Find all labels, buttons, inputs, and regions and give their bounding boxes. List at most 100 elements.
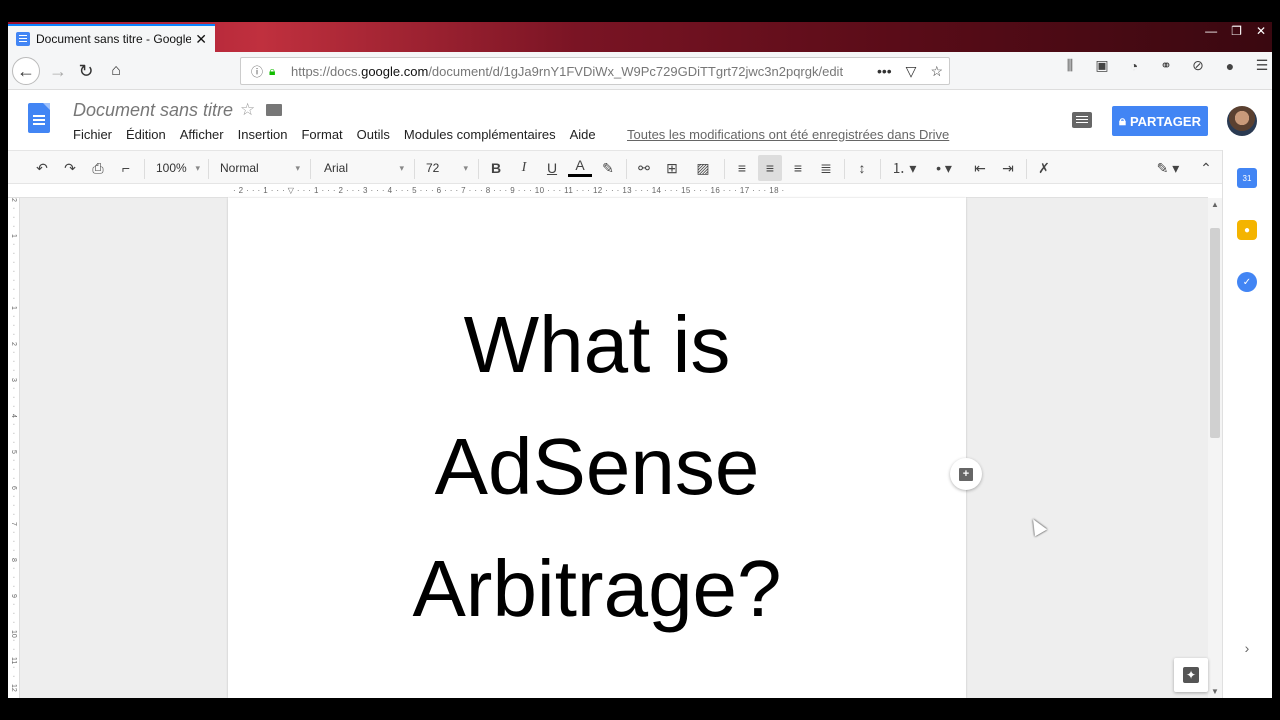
docs-logo-icon[interactable] [28, 103, 50, 133]
menu-edition[interactable]: Édition [126, 127, 166, 142]
menu-aide[interactable]: Aide [570, 127, 596, 142]
align-center-icon[interactable]: ≡ [758, 155, 782, 181]
justify-icon[interactable]: ≣ [814, 155, 838, 181]
bulleted-list-icon[interactable]: • ▾ [926, 155, 962, 181]
divider [724, 159, 725, 179]
document-heading[interactable]: What is AdSense Arbitrage? [228, 284, 966, 650]
tab-blurred-1[interactable] [218, 24, 422, 52]
highlight-icon[interactable]: ✎ [596, 155, 620, 181]
info-icon[interactable]: ⓘ [251, 63, 265, 80]
vertical-ruler[interactable]: 2 · · · 1 · · · · · · · 1 · · · 2 · · · 3 · · · 4 · · · 5 · · · 6 · · · 7 · · ·… [8, 198, 20, 698]
extension-icon-3[interactable]: ⊘ [1188, 57, 1208, 74]
document-canvas: 2 · · · 1 · · · · · · · 1 · · · 2 · · · 3 · · · 4 · · · 5 · · · 6 · · · 7 · · ·… [8, 198, 1208, 698]
lock-icon: 🔒︎ [269, 63, 276, 78]
vertical-ruler-tick: 11 [10, 657, 17, 665]
calendar-icon[interactable]: 31 [1237, 168, 1257, 188]
vertical-ruler-tick: · [10, 279, 17, 282]
scrollbar-thumb[interactable] [1210, 228, 1220, 438]
back-button[interactable]: ← [12, 57, 40, 85]
document-page[interactable]: What is AdSense Arbitrage? [228, 198, 966, 698]
window-close-icon[interactable]: ✕ [1256, 24, 1266, 38]
text-color-button[interactable]: A [568, 155, 592, 177]
decrease-indent-icon[interactable]: ⇤ [968, 155, 992, 181]
vertical-scrollbar[interactable]: ▲ ▼ [1208, 198, 1222, 698]
vertical-ruler-tick: · [10, 297, 17, 300]
editing-mode-icon[interactable]: ✎ ▾ [1150, 155, 1186, 181]
vertical-ruler-tick: · [10, 351, 17, 354]
menu-insertion[interactable]: Insertion [238, 127, 288, 142]
increase-indent-icon[interactable]: ⇥ [996, 155, 1020, 181]
divider [1026, 159, 1027, 179]
vertical-ruler-tick: · [10, 225, 17, 228]
extension-icon-4[interactable]: ● [1220, 58, 1240, 74]
paint-format-icon[interactable]: ⌐ [114, 155, 138, 181]
vertical-ruler-tick: · [10, 549, 17, 552]
menu-fichier[interactable]: Fichier [73, 127, 112, 142]
bold-button[interactable]: B [484, 155, 508, 181]
menu-icon[interactable]: ☰ [1252, 57, 1272, 74]
share-button[interactable]: 🔒︎ PARTAGER [1112, 106, 1208, 136]
italic-button[interactable]: I [512, 155, 536, 181]
minimize-icon[interactable]: — [1205, 24, 1217, 38]
horizontal-ruler[interactable]: · 2 · · · 1 · · · ▽ · · · 1 · · · 2 · · … [8, 184, 1208, 198]
print-icon[interactable]: ⎙ [86, 155, 110, 181]
font-size-select[interactable]: 72 [420, 155, 472, 181]
scroll-up-icon[interactable]: ▲ [1211, 200, 1219, 209]
pocket-icon[interactable]: ▽ [906, 63, 917, 80]
undo-icon[interactable]: ↶ [30, 155, 54, 181]
link-icon[interactable]: ⚯ [632, 155, 656, 181]
tab-blurred-3[interactable] [638, 24, 843, 52]
line-spacing-icon[interactable]: ↕ [850, 155, 874, 181]
keep-icon[interactable]: ● [1237, 220, 1257, 240]
document-title[interactable]: Document sans titre [73, 100, 233, 121]
insert-image-icon[interactable]: ▨ [688, 155, 718, 181]
bookmark-star-icon[interactable]: ☆ [930, 63, 943, 80]
tab-close-icon[interactable]: ✕ [195, 31, 207, 48]
menu-outils[interactable]: Outils [357, 127, 390, 142]
collapse-toolbar-icon[interactable]: ⌃ [1194, 155, 1218, 181]
expand-panel-icon[interactable]: › [1237, 638, 1257, 658]
star-icon[interactable]: ☆ [240, 100, 255, 120]
url-text[interactable]: https://docs.google.com/document/d/1gJa9… [291, 64, 843, 79]
tasks-icon[interactable]: ✓ [1237, 272, 1257, 292]
style-select[interactable]: Normal [214, 155, 304, 181]
vertical-ruler-tick: 10 [10, 630, 17, 638]
vertical-ruler-tick: 3 [10, 378, 17, 382]
add-comment-button[interactable]: + [950, 458, 982, 490]
zoom-select[interactable]: 100% [150, 155, 204, 181]
font-select[interactable]: Arial [318, 155, 408, 181]
scroll-down-icon[interactable]: ▼ [1211, 687, 1219, 696]
tab-blurred-2[interactable] [428, 24, 633, 52]
folder-icon[interactable] [266, 104, 282, 116]
align-right-icon[interactable]: ≡ [786, 155, 810, 181]
tab-google-docs[interactable]: Document sans titre - Google D ✕ [8, 24, 215, 52]
home-button[interactable]: ⌂ [102, 57, 130, 85]
divider [844, 159, 845, 179]
forward-button[interactable]: → [44, 57, 72, 85]
menu-format[interactable]: Format [301, 127, 342, 142]
redo-icon[interactable]: ↷ [58, 155, 82, 181]
reload-button[interactable]: ↻ [72, 57, 100, 85]
save-status-link[interactable]: Toutes les modifications ont été enregis… [627, 127, 949, 142]
address-bar[interactable]: ⓘ 🔒︎ https://docs.google.com/document/d/… [240, 57, 950, 85]
clear-formatting-icon[interactable]: ✗ [1032, 155, 1056, 181]
library-icon[interactable]: ⫼ [1060, 57, 1080, 74]
google-docs-favicon-icon [16, 32, 30, 46]
vertical-ruler-tick: · [10, 468, 17, 471]
avatar[interactable] [1227, 106, 1257, 136]
more-actions-icon[interactable]: ••• [877, 63, 892, 80]
divider [414, 159, 415, 179]
insert-comment-icon[interactable]: ⊞ [660, 155, 684, 181]
align-left-icon[interactable]: ≡ [730, 155, 754, 181]
maximize-icon[interactable]: ❐ [1231, 24, 1242, 38]
sidebar-icon[interactable]: ▣ [1092, 57, 1112, 74]
menu-afficher[interactable]: Afficher [180, 127, 224, 142]
numbered-list-icon[interactable]: ⒈ ▾ [886, 155, 922, 181]
comments-icon[interactable] [1072, 112, 1092, 128]
extension-icon-2[interactable]: ⚭ [1156, 57, 1176, 74]
vertical-ruler-tick: · [10, 270, 17, 273]
explore-button[interactable]: ✦ [1174, 658, 1208, 692]
underline-button[interactable]: U [540, 155, 564, 181]
menu-modules[interactable]: Modules complémentaires [404, 127, 556, 142]
extension-icon-1[interactable]: ◔ [1124, 58, 1144, 74]
